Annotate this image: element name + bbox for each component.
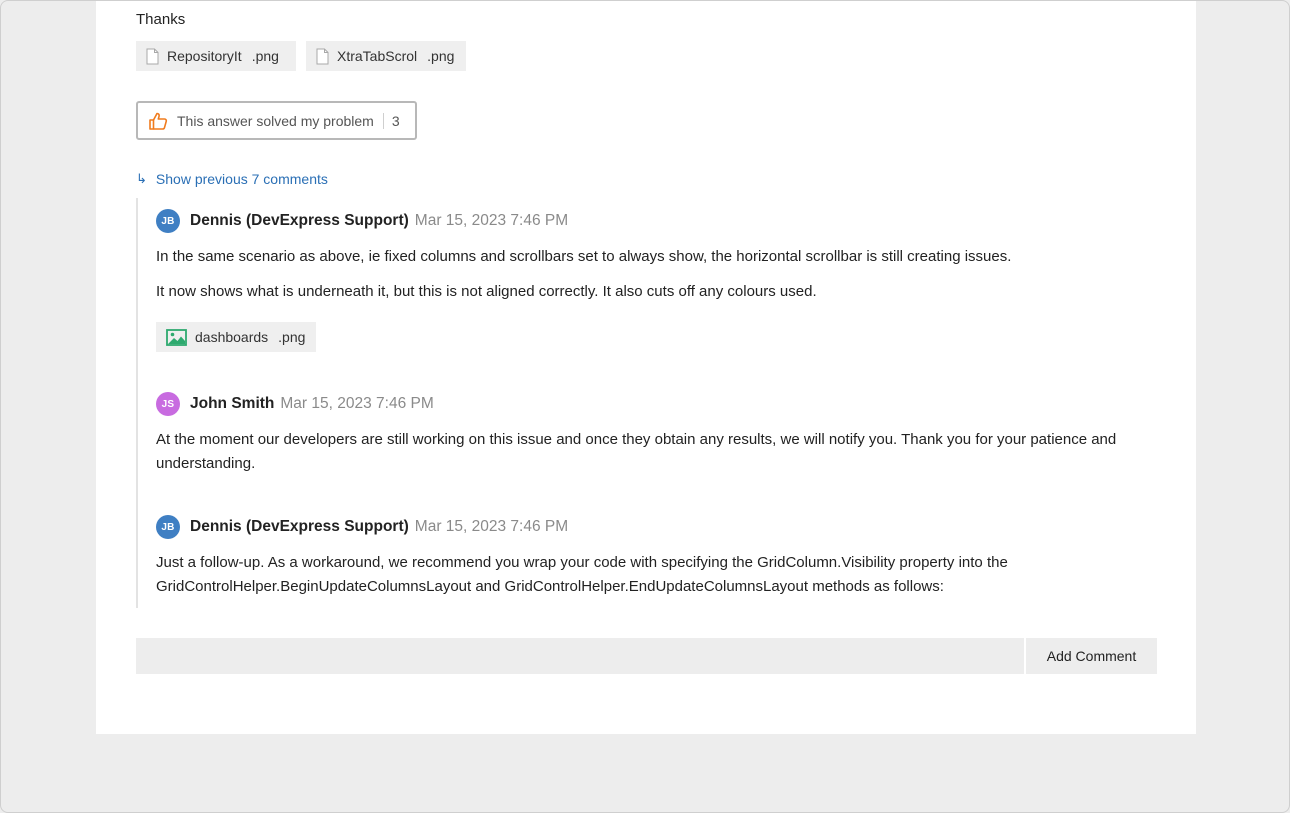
- thumbs-up-icon: [148, 111, 168, 131]
- attachment-name: RepositoryIt: [167, 48, 242, 64]
- add-comment-button[interactable]: Add Comment: [1026, 638, 1157, 674]
- solved-my-problem-button[interactable]: This answer solved my problem 3: [136, 101, 417, 140]
- avatar: JS: [156, 392, 180, 416]
- comment-text: Just a follow-up. As a workaround, we re…: [156, 554, 1008, 595]
- attachment-ext: .png: [427, 48, 455, 64]
- comment-author: John Smith: [190, 395, 275, 412]
- divider: [382, 112, 384, 129]
- solved-count: 3: [391, 112, 400, 129]
- avatar: JB: [156, 515, 180, 539]
- show-previous-comments-link[interactable]: ↳ Show previous 7 comments: [136, 171, 328, 187]
- reply-arrow-icon: ↳: [136, 171, 147, 186]
- comment: JB Dennis (DevExpress Support) Mar 15, 2…: [156, 208, 1156, 352]
- comment: JB Dennis (DevExpress Support) Mar 15, 2…: [156, 514, 1156, 599]
- comment-date: Mar 15, 2023 7:46 PM: [280, 395, 434, 412]
- comment-text: At the moment our developers are still w…: [156, 431, 1117, 472]
- comment-author: Dennis (DevExpress Support): [190, 518, 409, 535]
- attachment-name: dashboards: [195, 329, 269, 345]
- comment-author: Dennis (DevExpress Support): [190, 212, 409, 229]
- comment-date: Mar 15, 2023 7:46 PM: [414, 518, 569, 535]
- comment-input[interactable]: [136, 638, 1024, 674]
- attachment-file[interactable]: XtraTabScrol .png: [306, 41, 466, 71]
- window-frame: Thanks RepositoryIt .png XtraTabScrol .p…: [0, 0, 1290, 813]
- comment-date: Mar 15, 2023 7:46 PM: [414, 212, 569, 229]
- attachment-name: XtraTabScrol: [337, 48, 418, 64]
- attachment-ext: .png: [251, 48, 279, 64]
- attachment-ext: .png: [278, 329, 306, 345]
- image-icon: [166, 328, 187, 346]
- solved-label: This answer solved my problem: [177, 112, 374, 129]
- attachment-file[interactable]: RepositoryIt .png: [136, 41, 296, 71]
- avatar: JB: [156, 209, 180, 233]
- comment-text: It now shows what is underneath it, but …: [156, 283, 817, 300]
- thread-line: [136, 198, 138, 608]
- answer-text: Thanks: [136, 11, 186, 28]
- content-panel: Thanks RepositoryIt .png XtraTabScrol .p…: [96, 1, 1196, 734]
- attachment-image[interactable]: dashboards .png: [156, 322, 316, 352]
- comment: JS John Smith Mar 15, 2023 7:46 PM At th…: [156, 391, 1156, 476]
- show-previous-label: Show previous 7 comments: [155, 171, 328, 187]
- comment-text: In the same scenario as above, ie fixed …: [156, 248, 1012, 265]
- file-icon: [146, 48, 159, 65]
- file-icon: [316, 48, 329, 65]
